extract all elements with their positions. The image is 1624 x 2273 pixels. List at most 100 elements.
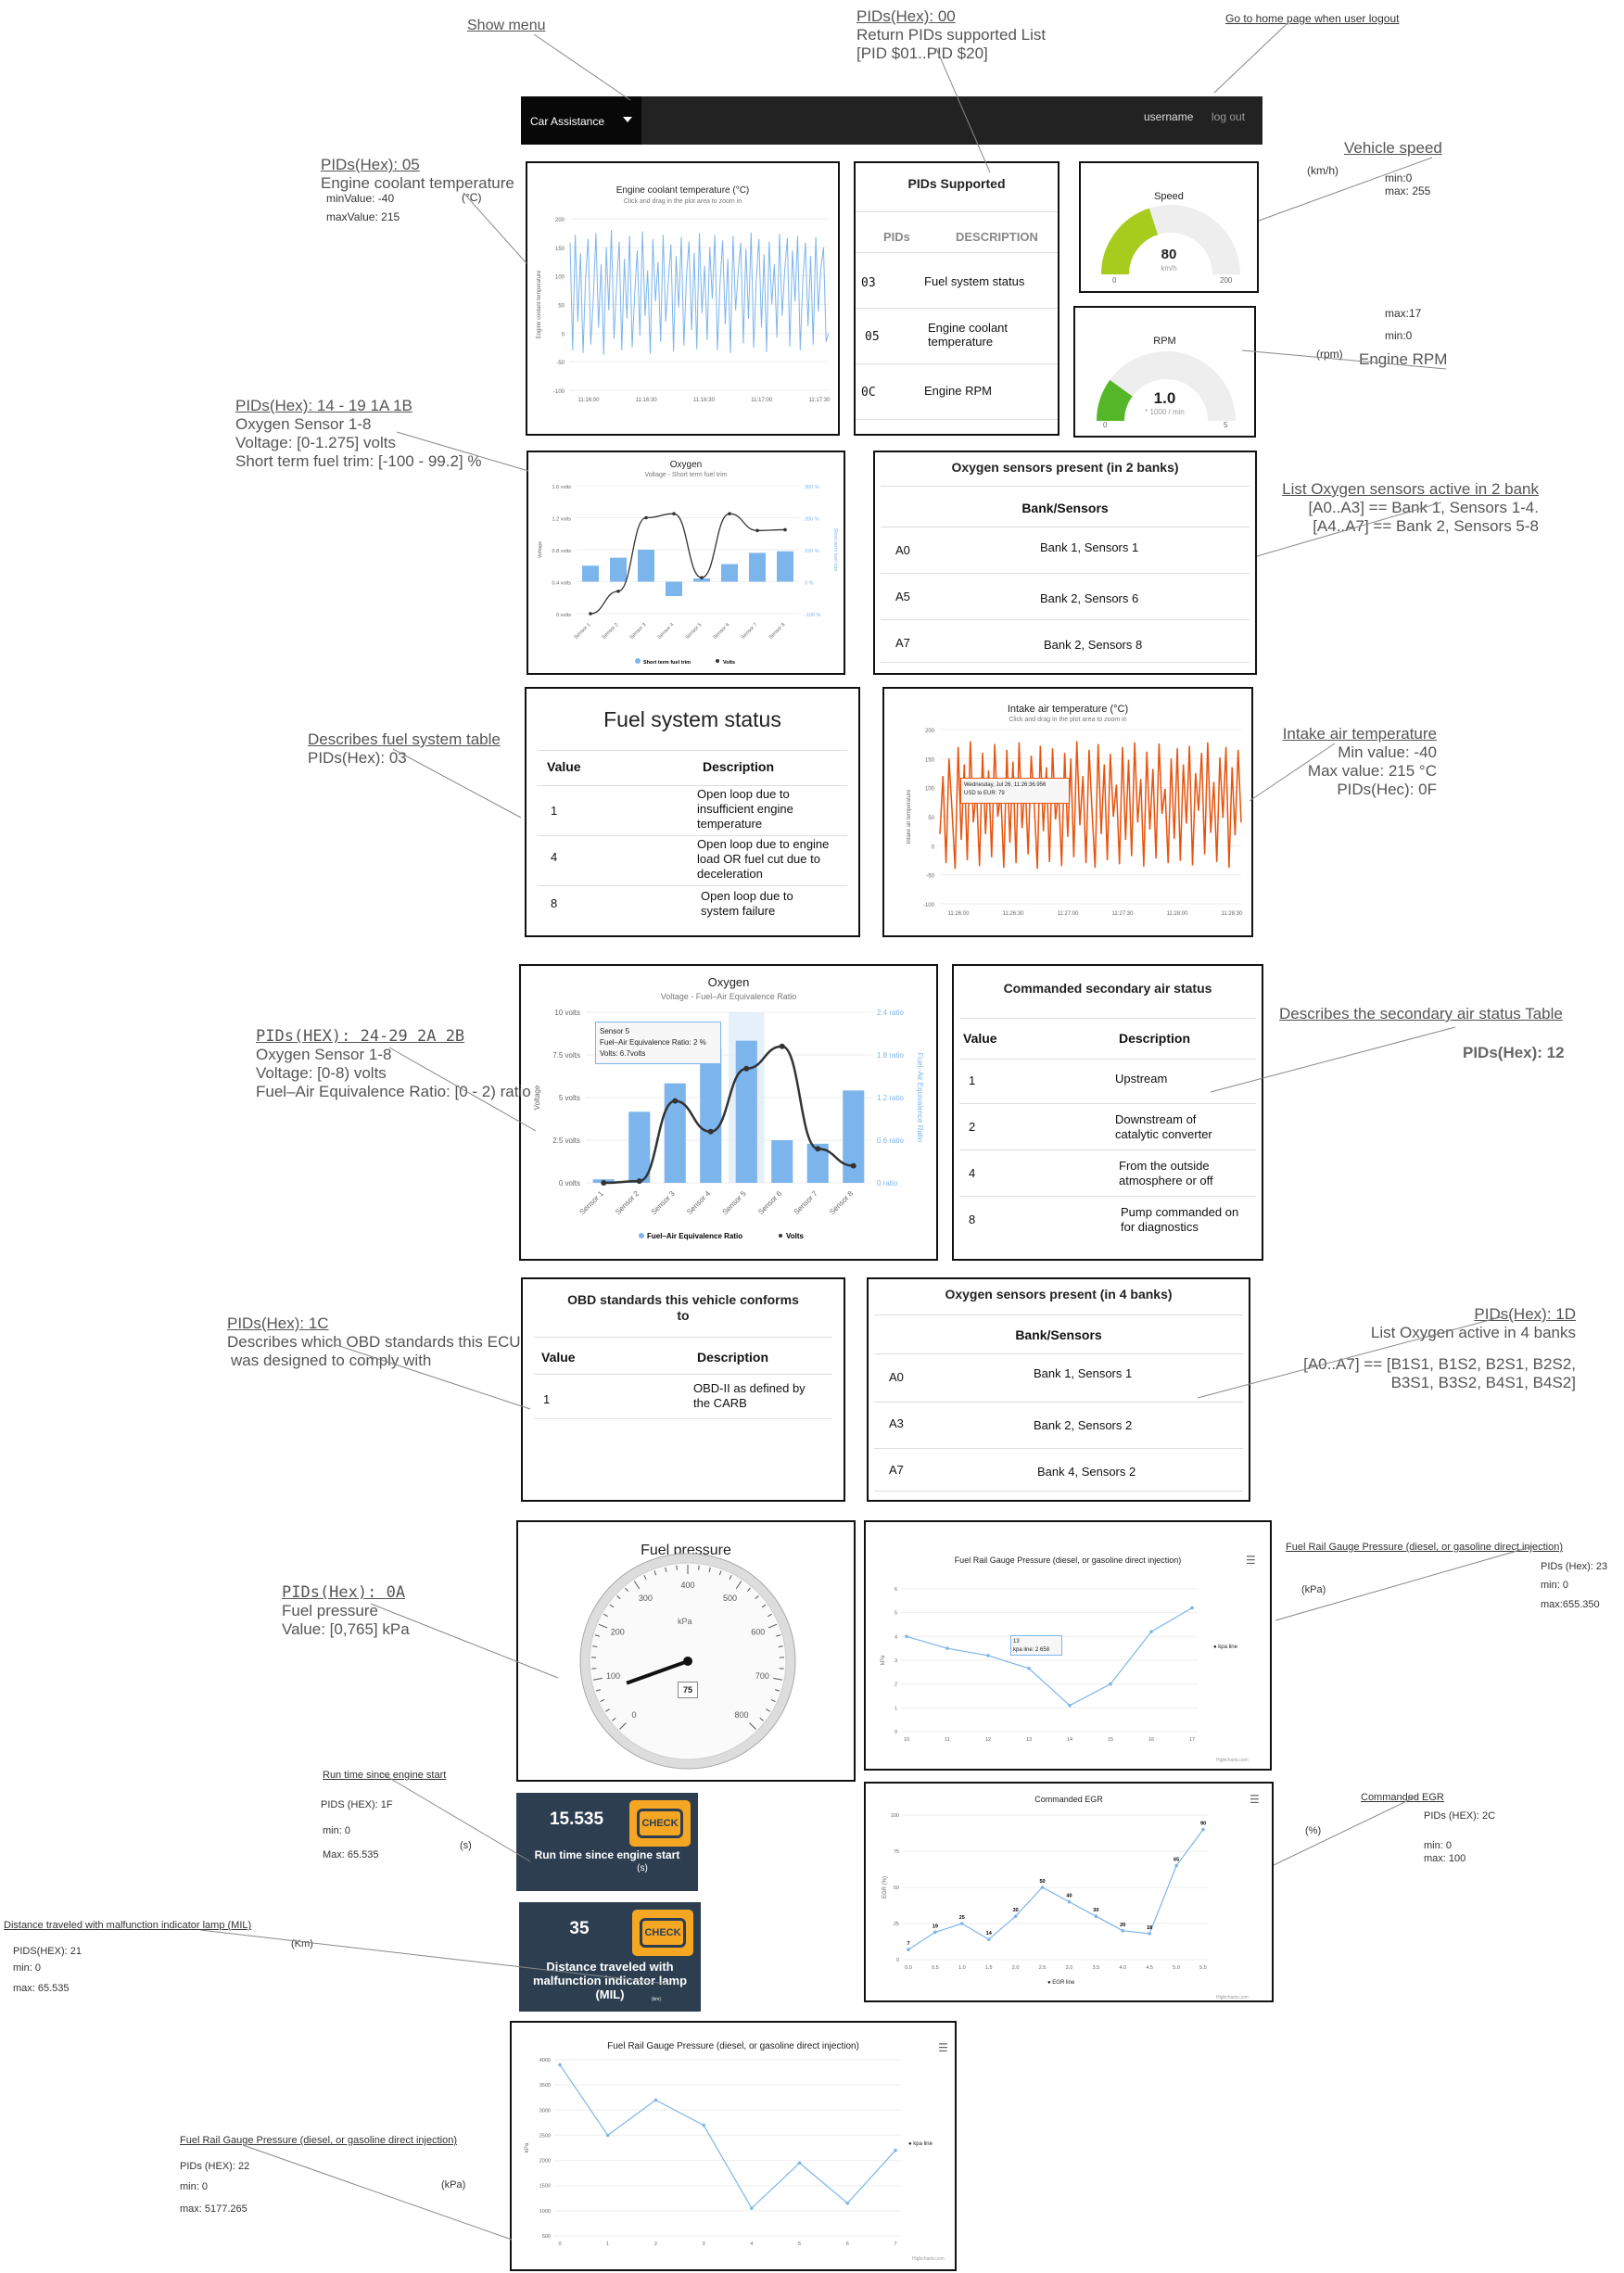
series-point	[905, 1635, 908, 1639]
secondary-air-row1-desc: Upstream	[1115, 1072, 1167, 1086]
obd-row1-desc: OBD-II as defined by the CARB	[693, 1381, 823, 1411]
y2-tick-label: 300 %	[805, 485, 819, 490]
rail23-note-unit: (kPa)	[1301, 1583, 1326, 1597]
series-point	[750, 2206, 754, 2210]
check-engine-icon: CHECK	[632, 1910, 693, 1956]
x-tick-label: 11:28:00	[1167, 911, 1189, 917]
series-point	[1068, 1900, 1072, 1904]
pid00-note: PIDs(Hex): 00 Return PIDs supported List…	[856, 7, 1046, 63]
runtime-note-pid: PIDS (HEX): 1F	[321, 1798, 393, 1812]
o2-2banks-row3-code: A7	[895, 636, 910, 650]
x-tick-label: 2.0	[1012, 1965, 1020, 1971]
rail23-note-pid: PIDs (Hex): 23	[1541, 1560, 1607, 1574]
y-tick-label: 0	[894, 1730, 897, 1735]
rail22-chart[interactable]: 500100015002000250030003500400001234567k…	[512, 2023, 958, 2273]
coolant-chart-panel: Engine coolant temperature (°C) Click an…	[526, 161, 840, 436]
intake-note: Intake air temperature Min value: -40 Ma…	[1279, 725, 1437, 799]
o2-4banks-row3-code: A7	[889, 1463, 904, 1477]
series-point	[606, 2134, 610, 2138]
rail22-legend: ● kpa line	[908, 2141, 933, 2147]
series-point	[798, 2161, 802, 2165]
col-description: DESCRIPTION	[956, 230, 1038, 244]
speed-gauge	[1081, 163, 1261, 295]
speed-max-label: 200	[1220, 276, 1232, 285]
volts-point	[783, 528, 787, 532]
fuel-pressure-note-l1: Fuel pressure	[282, 1602, 410, 1620]
runtime-label: Run time since engine start	[516, 1848, 698, 1862]
rail23-tooltip-l2: kpa line: 2 658	[1013, 1646, 1059, 1655]
oxygen-chart-1-panel: Oxygen Voltage - Short term fuel trim 1.…	[527, 451, 845, 675]
o2-2banks-row1-code: A0	[895, 543, 910, 557]
coolant-note-unit: (°C)	[462, 190, 481, 205]
fuel-pressure-dial: 0100200300400500600700800	[518, 1522, 857, 1784]
y-tick-label: 3000	[539, 2108, 551, 2114]
coolant-note: PIDs(Hex): 05 Engine coolant temperature	[321, 156, 514, 193]
category-label: Sensor 6	[713, 622, 731, 641]
series-point	[894, 2149, 897, 2152]
category-label: Sensor 2	[602, 622, 620, 641]
fuel-status-row2-desc: Open loop due to engine load OR fuel cut…	[697, 837, 836, 882]
x-tick-label: 11:26:30	[1003, 911, 1025, 917]
y-tick-label: 6	[894, 1587, 897, 1593]
category-label: Sensor 4	[685, 1189, 712, 1216]
o2-2banks-title: Oxygen sensors present (in 2 banks)	[875, 460, 1255, 475]
rail22-note-max: max: 5177.265	[180, 2203, 247, 2216]
category-label: Sensor 7	[741, 622, 759, 641]
coolant-chart[interactable]: 200150100500-50-10011:16:0011:16:3011:16…	[527, 163, 842, 438]
egr-note-pid: PIDs (HEX): 2C	[1424, 1810, 1495, 1823]
obd-title: OBD standards this vehicle conforms to	[560, 1292, 806, 1324]
y-tick-label: 3500	[539, 2083, 551, 2089]
oxygen1-note-l2: Voltage: [0-1.275] volts	[235, 434, 481, 452]
egr-chart[interactable]: 02550751000.00.51.01.52.02.53.03.54.04.5…	[866, 1784, 1275, 2004]
oxygen-chart-2[interactable]: 10 volts7.5 volts5 volts2.5 volts0 volts…	[521, 966, 940, 1263]
brand-label: Car Assistance	[530, 115, 604, 128]
y-tick-label: 4	[894, 1634, 897, 1640]
x-tick-label: 4.0	[1119, 1965, 1126, 1971]
fuel-status-row2-value: 4	[551, 850, 557, 864]
fuel-status-col-value: Value	[547, 759, 581, 774]
rail23-chart[interactable]: 01234561011121314151617kPa	[866, 1522, 1274, 1772]
secondary-air-note-l1: Describes the secondary air status Table	[1279, 1005, 1563, 1023]
data-label: 25	[959, 1915, 965, 1921]
fuel-system-status-table: Fuel system status Value Description 1 O…	[525, 687, 860, 937]
y2-tick-label: -100 %	[805, 613, 821, 618]
runtime-note-title: Run time since engine start	[323, 1769, 446, 1783]
username-link[interactable]: username	[1144, 110, 1193, 123]
bar	[582, 565, 599, 581]
brand-menu-toggle[interactable]: Car Assistance	[521, 96, 641, 145]
series-point	[1014, 1914, 1018, 1918]
y-tick-label: 0.8 volts	[552, 549, 572, 554]
y-tick-label: 200	[555, 218, 565, 223]
y-axis-label: Intake air temperature	[907, 789, 912, 844]
o2-2banks-note-l1: List Oxygen sensors active in 2 bank	[1279, 480, 1539, 499]
oxygen-chart-1[interactable]: 1.6 volts1.2 volts0.8 volts0.4 volts0 vo…	[528, 452, 847, 677]
legend-label: Volts	[723, 660, 735, 666]
o2-2banks-col: Bank/Sensors	[875, 501, 1255, 515]
y-tick-label: 5 volts	[559, 1094, 580, 1102]
o2-4banks-title: Oxygen sensors present (in 4 banks)	[869, 1287, 1249, 1302]
secondary-air-row4-value: 8	[969, 1213, 975, 1226]
y2-tick-label: 0 %	[805, 581, 814, 587]
o2-4banks-col: Bank/Sensors	[869, 1327, 1249, 1342]
egr-note-max: max: 100	[1424, 1852, 1465, 1866]
oxygen-chart-2-panel: Oxygen Voltage - Fuel–Air Equivalence Ra…	[519, 964, 938, 1261]
intake-note-min: Min value: -40	[1279, 743, 1437, 762]
rail23-legend: ● kpa line	[1213, 1644, 1237, 1650]
rpm-unit: * 1000 / min	[1075, 408, 1254, 416]
oxygen2-note-l3: Fuel–Air Equivalence Ratio: [0 - 2) rati…	[256, 1083, 531, 1101]
runtime-value: 15.535	[516, 1810, 637, 1830]
pids-supported-table: PIDs Supported PIDs DESCRIPTION 03 Fuel …	[854, 161, 1059, 436]
x-tick-label: 14	[1067, 1737, 1072, 1743]
o2-2banks-row3-desc: Bank 2, Sensors 8	[1044, 638, 1142, 652]
mil-unit: (km)	[519, 1997, 701, 2002]
series-point	[1148, 1932, 1151, 1936]
logout-link[interactable]: log out	[1212, 110, 1245, 123]
legend-label: Fuel–Air Equivalence Ratio	[647, 1232, 742, 1240]
obd-col-desc: Description	[697, 1350, 768, 1365]
rpm-gauge-panel: RPM 1.0 * 1000 / min 0 5	[1073, 306, 1256, 438]
category-label: Sensor 1	[574, 622, 592, 641]
intake-air-chart[interactable]: 200150100500-50-10011:26:0011:26:3011:27…	[884, 689, 1255, 939]
y2-tick-label: 1.8 ratio	[877, 1051, 904, 1060]
o2-2banks-note-l2: [A0..A3] == Bank 1, Sensors 1-4.	[1279, 499, 1539, 517]
x-tick-label: 11:28:30	[1222, 911, 1244, 917]
